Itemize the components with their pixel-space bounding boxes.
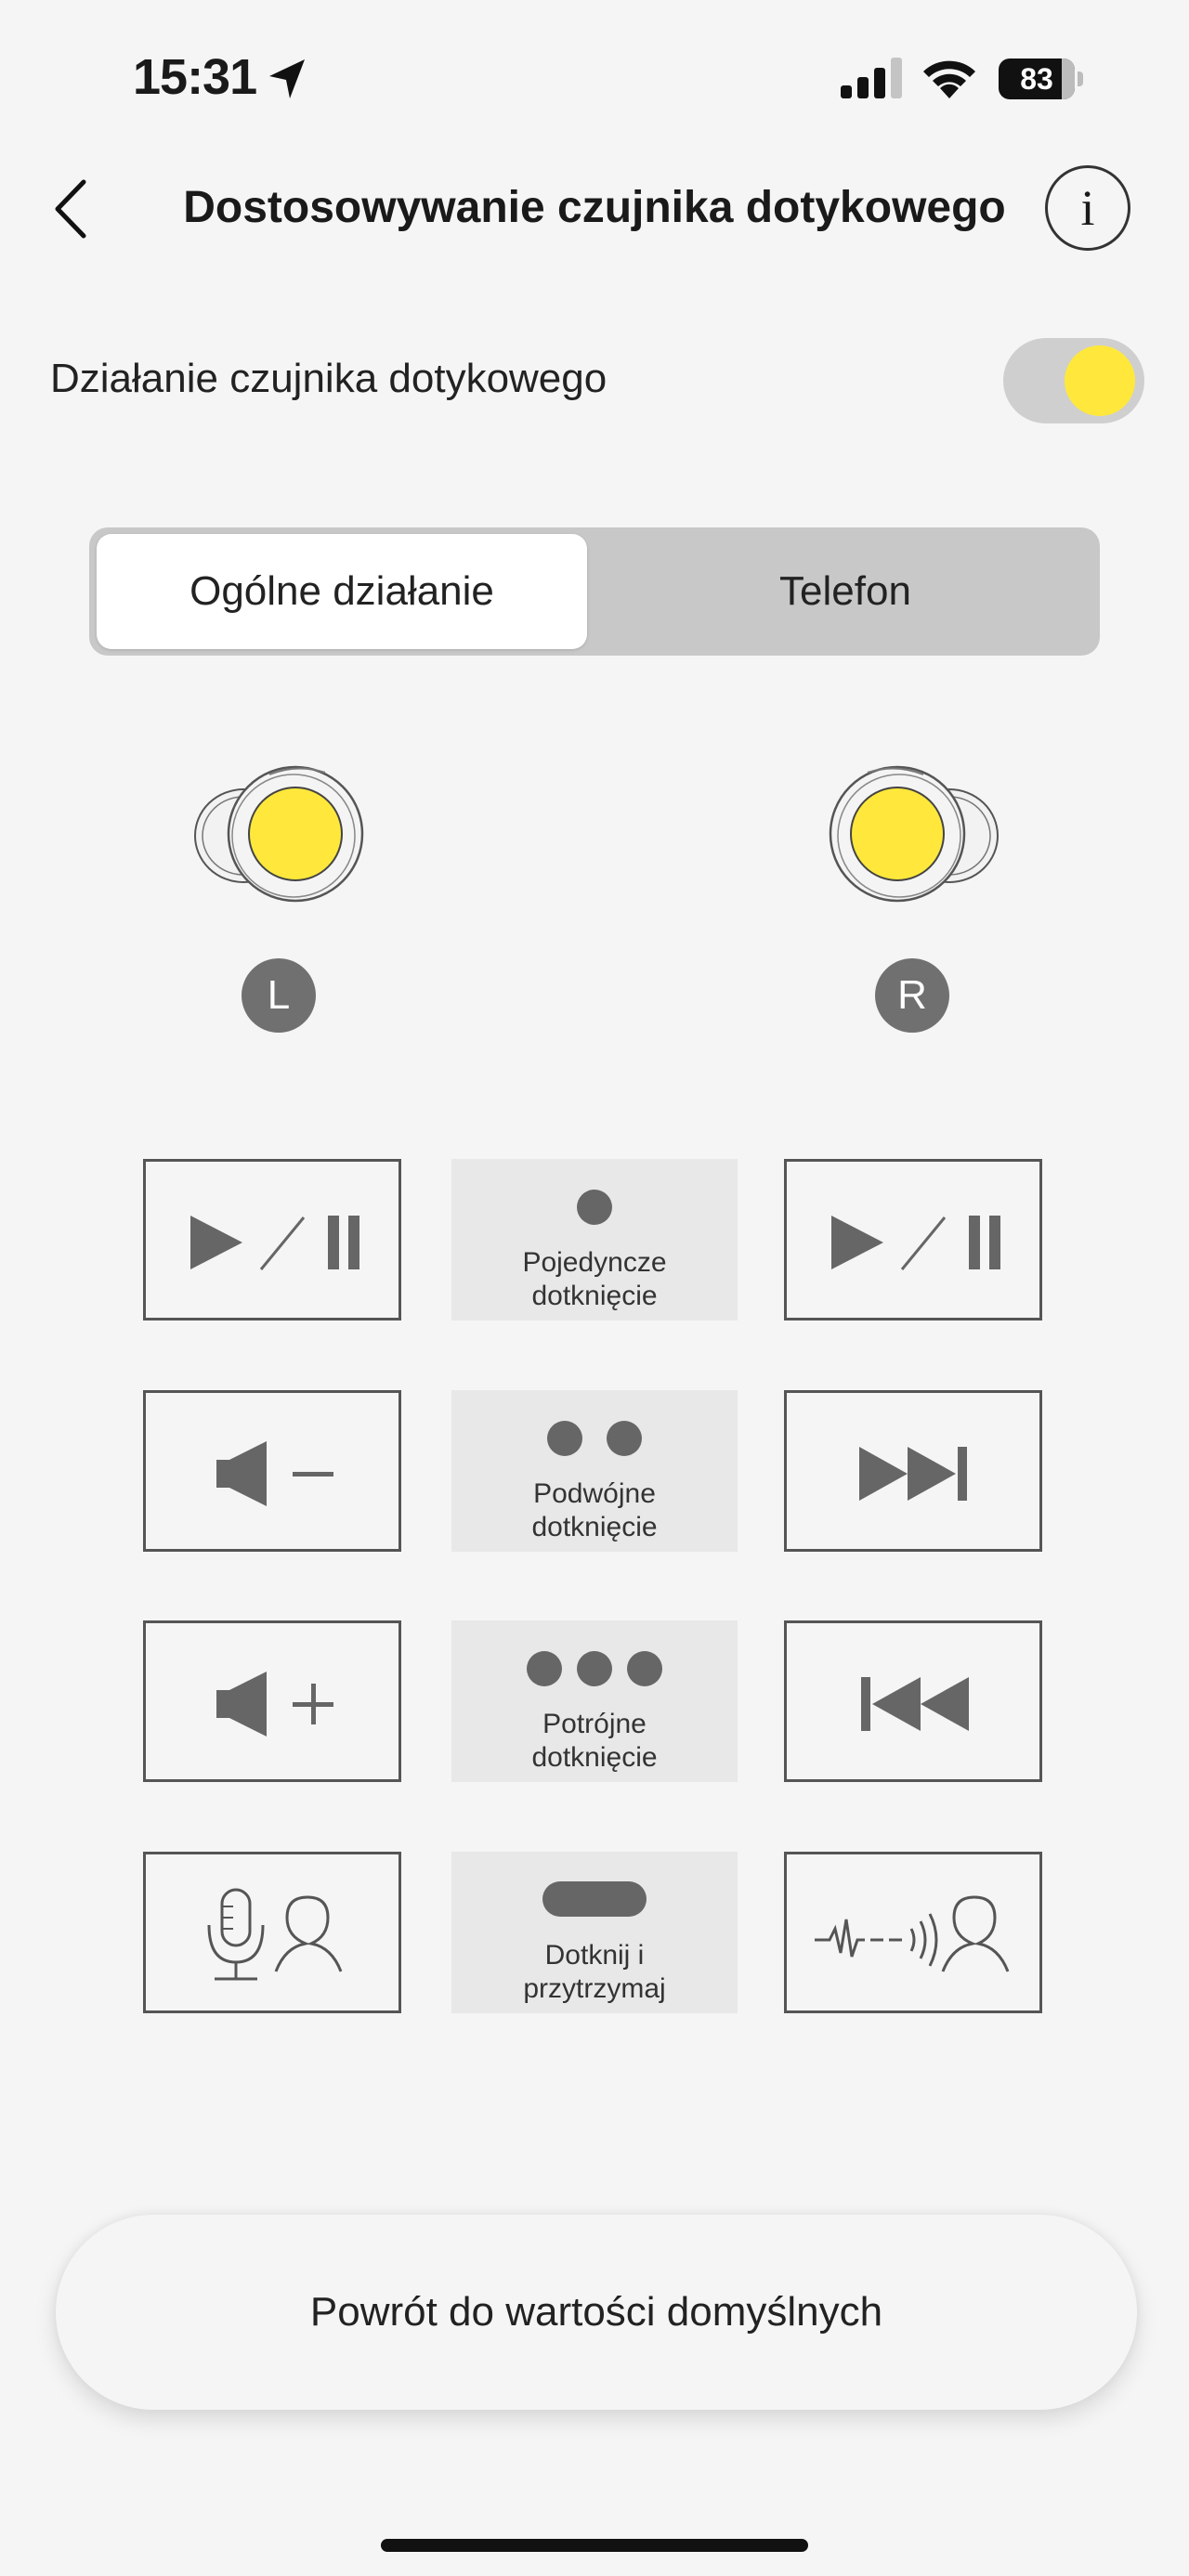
tab-phone[interactable]: Telefon bbox=[594, 534, 1096, 649]
volume-up-icon bbox=[216, 1672, 333, 1737]
toggle-knob bbox=[1065, 345, 1135, 416]
touch-sensor-label: Działanie czujnika dotykowego bbox=[50, 356, 608, 401]
reset-defaults-button[interactable]: Powrót do wartości domyślnych bbox=[56, 2215, 1137, 2410]
status-time: 15:31 bbox=[133, 49, 257, 105]
cellular-signal-icon bbox=[841, 58, 902, 98]
ambient-sound-icon bbox=[815, 1895, 1010, 1972]
right-single-tap-action[interactable] bbox=[784, 1159, 1042, 1321]
gesture-double-tap: Podwójne dotknięcie bbox=[451, 1390, 738, 1552]
play-pause-icon bbox=[831, 1216, 1000, 1270]
gesture-single-tap: Pojedyncze dotknięcie bbox=[451, 1159, 738, 1321]
play-pause-icon bbox=[190, 1216, 359, 1270]
gesture-label: Podwójne dotknięcie bbox=[531, 1478, 658, 1542]
battery-level: 83 bbox=[1020, 62, 1053, 96]
tab-general[interactable]: Ogólne działanie bbox=[97, 534, 587, 649]
location-arrow-icon bbox=[269, 59, 305, 98]
left-hold-action[interactable] bbox=[143, 1852, 401, 2013]
touch-sensor-toggle[interactable] bbox=[1003, 338, 1144, 423]
right-earbud-icon bbox=[829, 765, 999, 903]
left-double-tap-action[interactable] bbox=[143, 1390, 401, 1552]
page-title: Dostosowywanie czujnika dotykowego bbox=[183, 183, 1006, 232]
home-indicator[interactable] bbox=[381, 2539, 808, 2552]
voice-assistant-icon bbox=[207, 1888, 343, 1981]
volume-down-icon bbox=[216, 1441, 333, 1506]
gesture-triple-tap: Potrójne dotknięcie bbox=[451, 1620, 738, 1782]
left-earbud-icon bbox=[194, 765, 364, 903]
battery-icon: 83 bbox=[999, 59, 1084, 99]
gesture-label: Potrójne dotknięcie bbox=[531, 1709, 658, 1773]
gesture-label: Dotknij i przytrzymaj bbox=[523, 1940, 666, 2004]
next-track-icon bbox=[859, 1447, 967, 1501]
right-hold-action[interactable] bbox=[784, 1852, 1042, 2013]
right-triple-tap-action[interactable] bbox=[784, 1620, 1042, 1782]
left-single-tap-action[interactable] bbox=[143, 1159, 401, 1321]
info-button[interactable]: i bbox=[1045, 165, 1130, 251]
left-earbud-label: L bbox=[242, 958, 316, 1033]
gesture-tap-and-hold: Dotknij i przytrzymaj bbox=[451, 1852, 738, 2013]
right-double-tap-action[interactable] bbox=[784, 1390, 1042, 1552]
right-earbud-label: R bbox=[875, 958, 949, 1033]
previous-track-icon bbox=[861, 1677, 969, 1731]
gesture-label: Pojedyncze dotknięcie bbox=[522, 1247, 667, 1311]
wifi-icon bbox=[923, 60, 975, 98]
left-triple-tap-action[interactable] bbox=[143, 1620, 401, 1782]
